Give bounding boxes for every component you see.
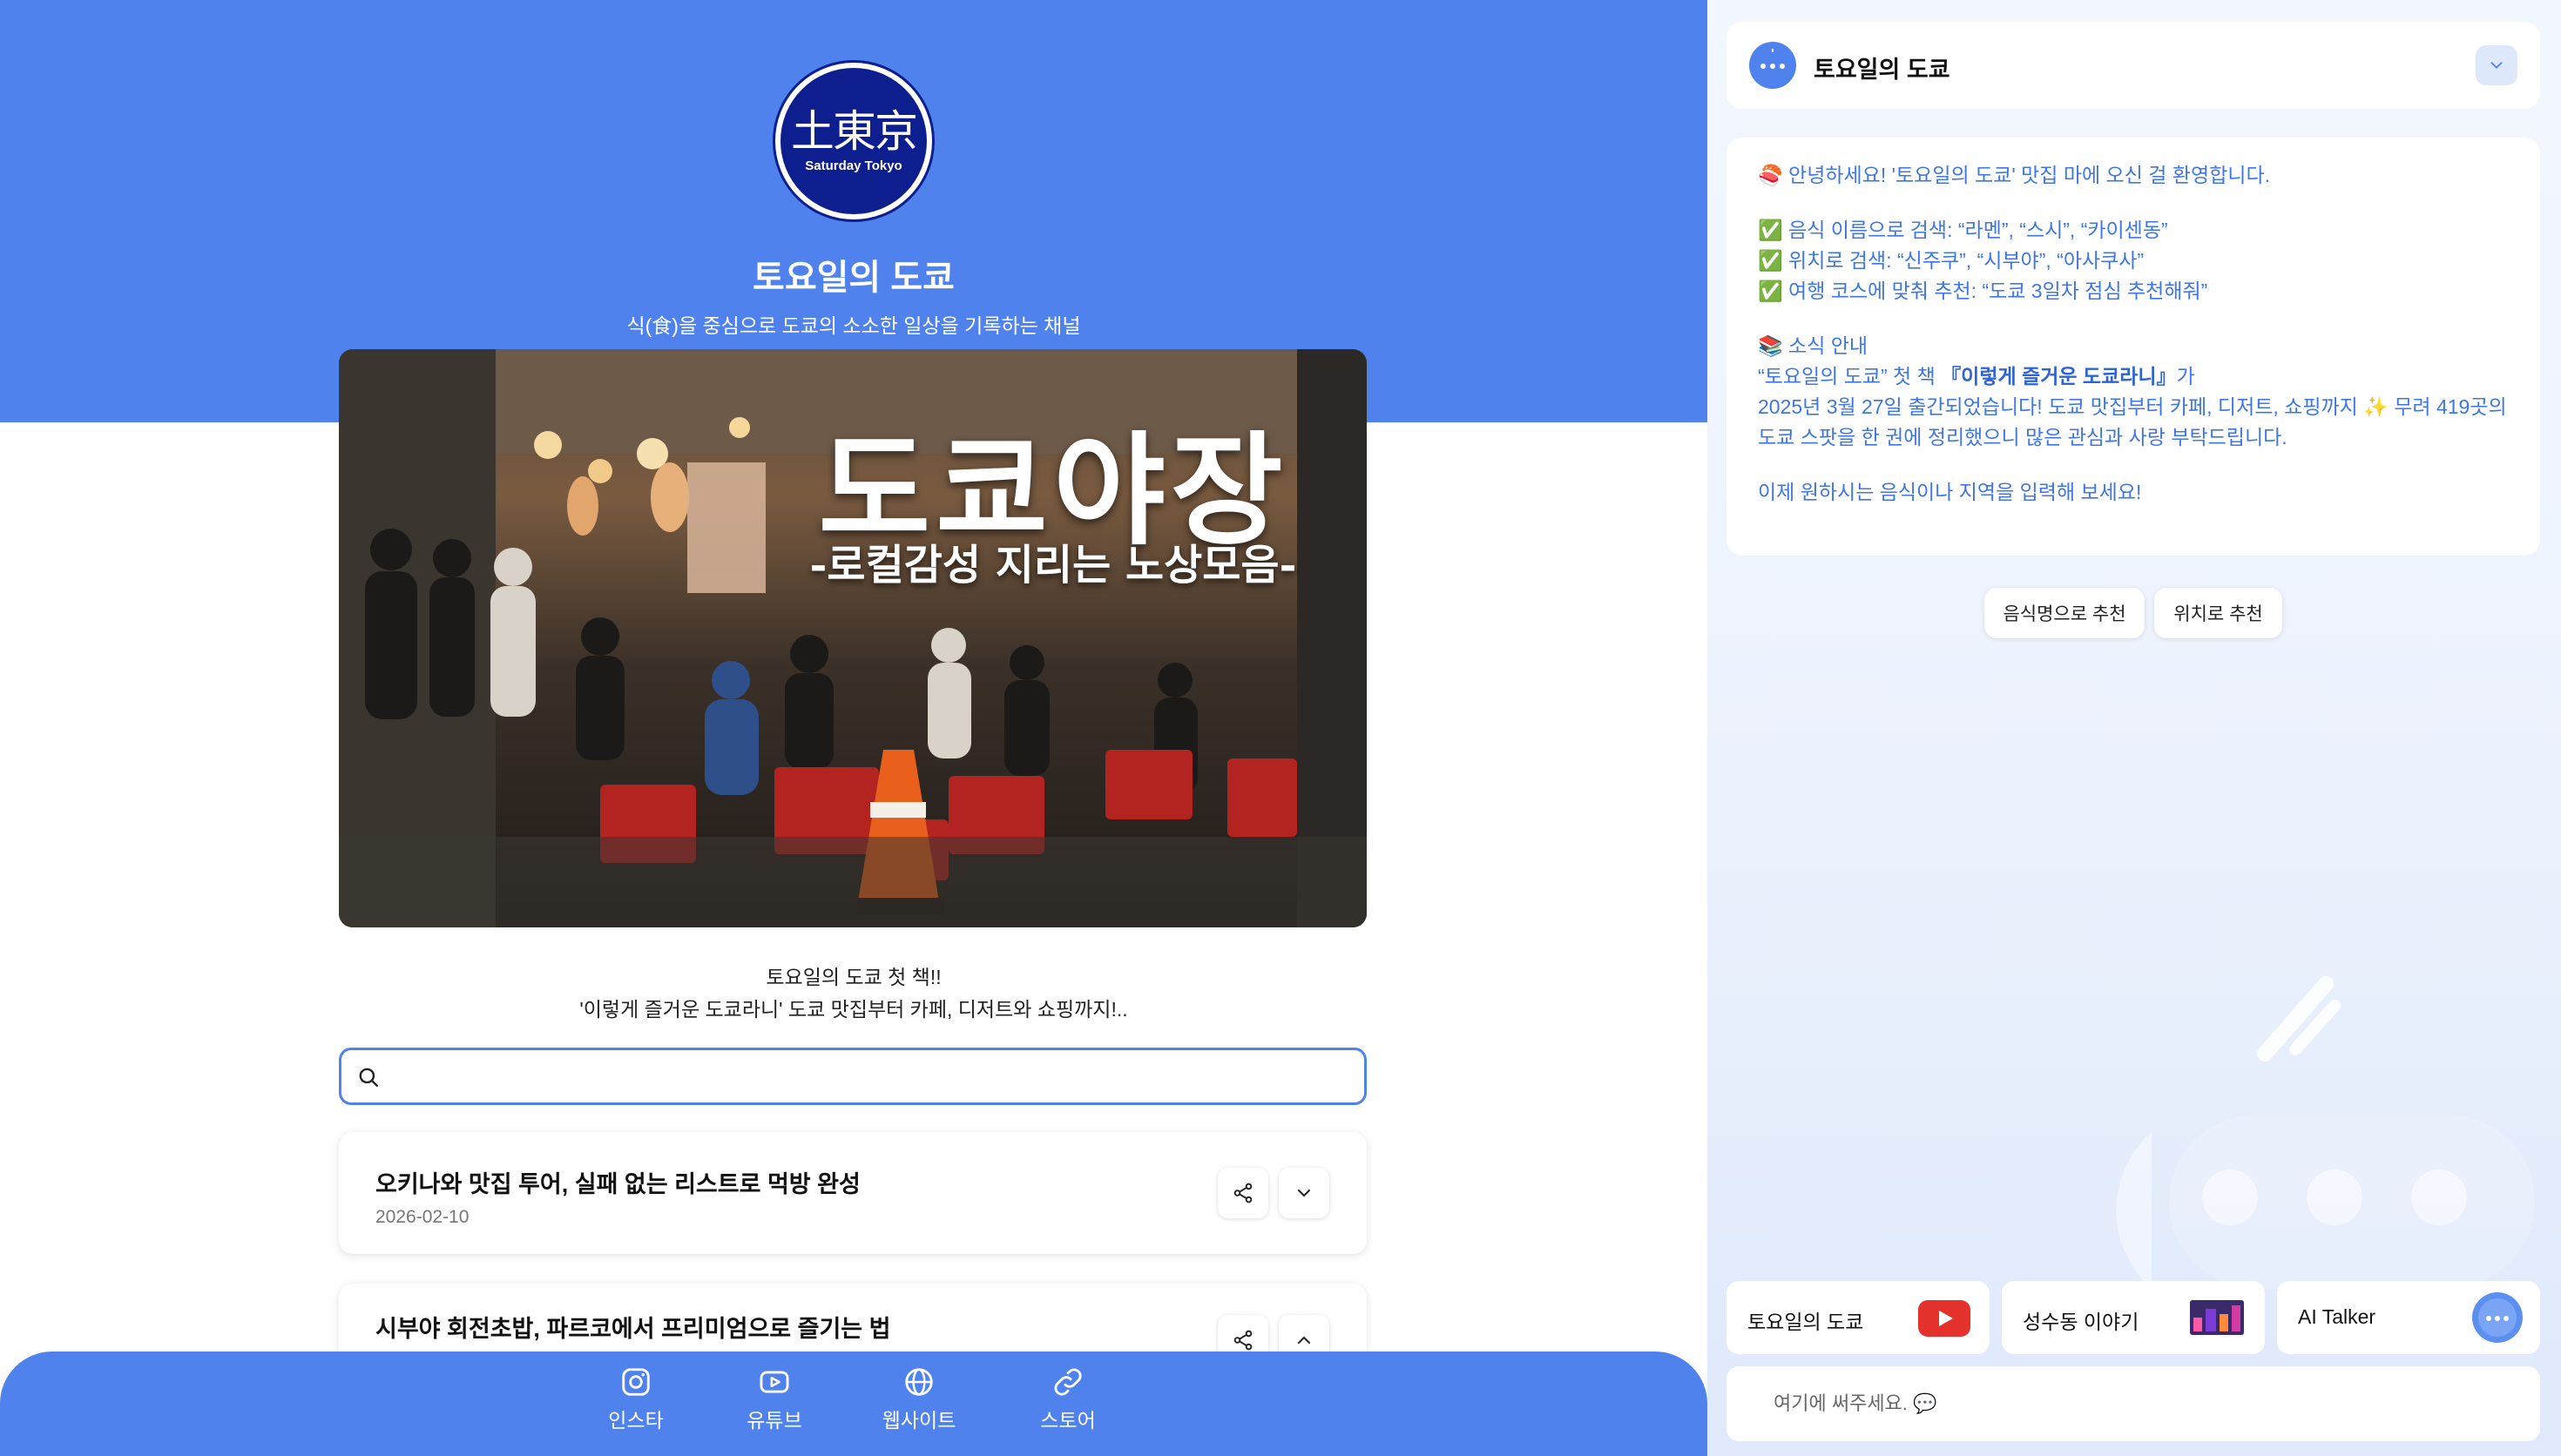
- youtube-icon: [760, 1371, 789, 1393]
- news-suffix: 가: [2176, 365, 2195, 388]
- post-card[interactable]: 오키나와 맛집 투어, 실패 없는 리스트로 먹방 완성 2026-02-10: [339, 1132, 1367, 1254]
- chat-input-box[interactable]: [1726, 1366, 2540, 1441]
- post-date: 2026-02-10: [375, 1207, 470, 1227]
- shortcut-seongsu[interactable]: 성수동 이야기: [2002, 1281, 2265, 1354]
- greeting-text: 🍣 안녕하세요! '토요일의 도쿄' 맛집 마에 오신 걸 환영합니다.: [1758, 164, 2271, 186]
- tile-label: AI Talker: [2298, 1305, 2376, 1328]
- news-line2: 2025년 3월 27일 출간되었습니다! 도쿄 맛집부터 카페, 디저트, 쇼…: [1758, 395, 2507, 448]
- share-button[interactable]: [1218, 1168, 1268, 1218]
- channel-title: 토요일의 도쿄: [753, 259, 955, 297]
- news-heading: 📚 소식 안내: [1758, 334, 1868, 357]
- search-input[interactable]: [394, 1050, 1352, 1102]
- decorative-bot-shape: [2116, 1115, 2535, 1289]
- quick-reply-location[interactable]: 위치로 추천: [2154, 588, 2282, 638]
- decorative-slash-icon: [2257, 976, 2341, 1062]
- shortcut-ai-talker[interactable]: AI Talker: [2277, 1281, 2540, 1354]
- bot-message: 🍣 안녕하세요! '토요일의 도쿄' 맛집 마에 오신 걸 환영합니다. ✅ 음…: [1726, 138, 2540, 556]
- quick-reply-food[interactable]: 음식명으로 추천: [1984, 588, 2145, 638]
- chat-panel: 토요일의 도쿄 🍣 안녕하세요! '토요일의 도쿄' 맛집 마에 오신 걸 환영…: [1707, 0, 2561, 1456]
- nav-store[interactable]: 스토어: [1016, 1365, 1120, 1433]
- nav-label: 스토어: [1040, 1409, 1096, 1432]
- chevron-up-icon: [1298, 1337, 1310, 1344]
- news-line1: “토요일의 도쿄” 첫 책 『이렇게 즐거운 도쿄라니』가: [1758, 361, 2509, 392]
- bot-avatar-icon: [1749, 42, 1796, 89]
- logo-english: Saturday Tokyo: [805, 158, 902, 173]
- shortcut-youtube[interactable]: 토요일의 도쿄: [1726, 1281, 1990, 1354]
- youtube-logo-icon: [1918, 1300, 1970, 1337]
- nav-website[interactable]: 웹사이트: [867, 1365, 971, 1433]
- logo-kanji: 土東京: [791, 105, 918, 157]
- featured-banner[interactable]: 도쿄야장 -로컬감성 지리는 노상모음-: [339, 349, 1367, 927]
- thumbnail-image: [2190, 1300, 2244, 1335]
- collapse-chat-button[interactable]: [2476, 45, 2517, 85]
- nav-label: 유튜브: [747, 1409, 802, 1432]
- chevron-down-icon: [2490, 62, 2503, 69]
- post-title[interactable]: 시부야 회전초밥, 파르코에서 프리미엄으로 즐기는 법: [375, 1310, 891, 1344]
- book-promo-line2: '이렇게 즐거운 도쿄라니' 도쿄 맛집부터 카페, 디저트와 쇼핑까지!..: [579, 998, 1128, 1021]
- search-icon: [359, 1068, 378, 1087]
- nav-label: 웹사이트: [882, 1409, 956, 1432]
- news-prefix: “토요일의 도쿄” 첫 책: [1758, 365, 1942, 388]
- bot-name: 토요일의 도쿄: [1814, 57, 1950, 83]
- tile-label: 토요일의 도쿄: [1747, 1311, 1864, 1333]
- nav-instagram[interactable]: 인스타: [584, 1365, 688, 1433]
- channel-subtitle: 식(食)을 중심으로 도쿄의 소소한 일상을 기록하는 채널: [626, 314, 1081, 337]
- tile-label: 성수동 이야기: [2023, 1311, 2139, 1333]
- bottom-navigation: 인스타 유튜브 웹사이트 스토어: [0, 1352, 1707, 1456]
- chat-input[interactable]: [1774, 1366, 2523, 1441]
- share-icon: [1233, 1183, 1253, 1203]
- example-text: ✅ 위치로 검색: “신주쿠”, “시부야”, “아사쿠사”: [1758, 249, 2145, 272]
- example-text: ✅ 음식 이름으로 검색: “라멘”, “스시”, “카이센동”: [1758, 219, 2168, 241]
- book-title: 『이렇게 즐거운 도쿄라니』: [1941, 365, 2177, 388]
- chat-header: 토요일의 도쿄: [1726, 22, 2540, 109]
- post-title[interactable]: 오키나와 맛집 투어, 실패 없는 리스트로 먹방 완성: [375, 1165, 861, 1199]
- channel-logo: 土東京 Saturday Tokyo: [775, 63, 932, 219]
- prompt-text: 이제 원하시는 음식이나 지역을 입력해 보세요!: [1758, 481, 2142, 503]
- banner-subtitle: -로컬감성 지리는 노상모음-: [809, 541, 1297, 590]
- book-promo-line1: 토요일의 도쿄 첫 책!!: [766, 966, 942, 988]
- globe-icon: [905, 1368, 933, 1396]
- nav-youtube[interactable]: 유튜브: [722, 1365, 827, 1433]
- nav-label: 인스타: [608, 1409, 664, 1432]
- instagram-icon: [622, 1368, 650, 1396]
- expand-button[interactable]: [1279, 1168, 1329, 1218]
- channel-page: 土東京 Saturday Tokyo 토요일의 도쿄 식(食)을 중심으로 도쿄…: [0, 0, 1707, 1456]
- share-icon: [1233, 1330, 1253, 1351]
- search-box[interactable]: [339, 1048, 1367, 1105]
- link-icon: [1054, 1368, 1082, 1396]
- bot-avatar-icon: [2472, 1292, 2523, 1343]
- example-text: ✅ 여행 코스에 맞춰 추천: “도쿄 3일차 점심 추천해줘”: [1758, 280, 2208, 302]
- chevron-down-icon: [1298, 1190, 1310, 1196]
